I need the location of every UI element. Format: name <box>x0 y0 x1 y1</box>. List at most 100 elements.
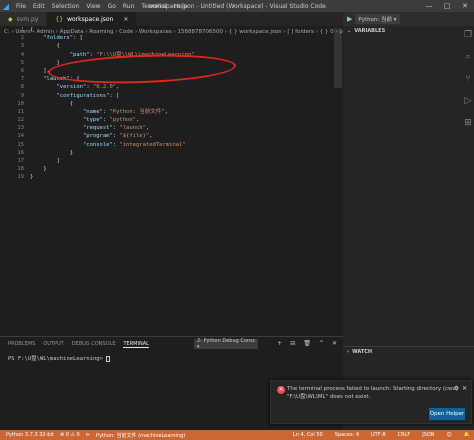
split-terminal-icon[interactable]: ⊟ <box>290 340 295 347</box>
line-number: 18 <box>17 166 24 173</box>
code-text: "request": "launch", <box>82 125 150 132</box>
menu-terminal[interactable]: Terminal <box>141 3 166 10</box>
line-number: 3 <box>20 43 24 50</box>
line-number: 10 <box>17 100 24 107</box>
line-number: 15 <box>17 141 24 148</box>
code-line[interactable]: 8 "version": "0.2.0", <box>0 83 343 91</box>
code-line[interactable]: 19} <box>0 173 343 181</box>
tab-debug-console[interactable]: DEBUG CONSOLE <box>72 341 116 347</box>
feedback-icon[interactable]: ☺ <box>447 432 452 438</box>
line-number: 16 <box>17 149 24 156</box>
status-right: Ln 4, Col 50 Spaces: 4 UTF-8 CRLF JSON ☺… <box>287 432 474 438</box>
menu-go[interactable]: Go <box>108 3 116 10</box>
line-number: 9 <box>20 92 24 99</box>
code-text: "version": "0.2.0", <box>56 84 120 91</box>
code-text: "configurations": [ <box>56 92 120 99</box>
kill-terminal-icon[interactable]: 🗑 <box>303 340 311 347</box>
close-window-button[interactable]: ✕ <box>456 0 474 12</box>
debug-icon[interactable]: ⊳ <box>86 432 90 438</box>
code-line[interactable]: 10 { <box>0 100 343 108</box>
bell-icon[interactable]: 🔔 <box>464 432 470 438</box>
minimize-button[interactable]: — <box>420 0 438 12</box>
launch-config-select[interactable]: Python: 当前 ▾ <box>355 14 400 24</box>
code-line[interactable]: 11 "name": "Python: 当前文件", <box>0 108 343 116</box>
extensions-icon[interactable]: ⊞ <box>464 118 472 128</box>
cursor-position[interactable]: Ln 4, Col 50 <box>293 432 323 438</box>
python-interpreter[interactable]: Python 3.7.3 32-bit <box>6 432 54 438</box>
close-tab-icon[interactable]: ✕ <box>123 16 128 23</box>
start-debugging-icon[interactable]: ▶ <box>347 15 352 23</box>
python-file-icon: ◆ <box>8 15 13 23</box>
code-line[interactable]: 16 } <box>0 149 343 157</box>
code-text: } <box>30 174 34 181</box>
editor-scrollbar[interactable] <box>334 28 342 88</box>
tab-problems[interactable]: PROBLEMS <box>8 341 35 347</box>
watch-section-header[interactable]: › WATCH <box>343 346 474 356</box>
menu-file[interactable]: File <box>16 3 26 10</box>
encoding[interactable]: UTF-8 <box>371 432 386 438</box>
menu-view[interactable]: View <box>86 3 100 10</box>
close-panel-icon[interactable]: ✕ <box>332 340 337 347</box>
open-helper-button[interactable]: Open Helper <box>429 408 465 420</box>
chevron-right-icon: › <box>347 348 350 355</box>
run-header: ▶ Python: 当前 ▾ <box>343 12 474 26</box>
menu-edit[interactable]: Edit <box>33 3 45 10</box>
line-number: 2 <box>20 35 24 42</box>
close-icon[interactable]: ✕ <box>462 385 467 392</box>
tab-workspace-json[interactable]: {} workspace.json ✕ <box>47 12 138 26</box>
code-line[interactable]: 13 "request": "launch", <box>0 124 343 132</box>
terminal-prompt: PS F:\U盘\WL\machineLearning> <box>8 356 107 362</box>
variables-section-header[interactable]: ⌄ VARIABLES <box>343 26 474 36</box>
source-control-icon[interactable]: ⑂ <box>465 74 470 84</box>
terminal-output[interactable]: PS F:\U盘\WL\machineLearning> <box>8 354 111 362</box>
maximize-button[interactable]: □ <box>438 0 456 12</box>
language-mode[interactable]: JSON <box>422 432 434 438</box>
window-controls: — □ ✕ <box>420 0 474 12</box>
search-icon[interactable]: ⌕ <box>465 52 470 62</box>
new-terminal-icon[interactable]: + <box>277 340 282 347</box>
files-icon[interactable]: ❐ <box>464 30 472 40</box>
line-number: 12 <box>17 117 24 124</box>
code-line[interactable]: 15 "console": "integratedTerminal" <box>0 141 343 149</box>
line-number: 5 <box>20 59 24 66</box>
code-text: { <box>30 27 34 33</box>
problems-count[interactable]: ⊗ 0 ⚠ 0 <box>60 432 80 438</box>
code-text: { <box>30 43 60 50</box>
code-line[interactable]: 17 ] <box>0 157 343 165</box>
debug-config-status[interactable]: Python: 当前文件 (machineLearning) <box>96 432 185 439</box>
line-ending[interactable]: CRLF <box>398 432 411 438</box>
line-number: 14 <box>17 133 24 140</box>
code-line[interactable]: 18 } <box>0 165 343 173</box>
code-text: "console": "integratedTerminal" <box>82 141 186 148</box>
menu-run[interactable]: Run <box>123 3 135 10</box>
line-number: 11 <box>17 108 24 115</box>
maximize-panel-icon[interactable]: ^ <box>319 340 324 347</box>
menu-help[interactable]: Help <box>174 3 188 10</box>
line-number: 7 <box>20 76 24 83</box>
indentation[interactable]: Spaces: 4 <box>335 432 359 438</box>
code-line[interactable]: 1{ <box>0 26 343 34</box>
menu-bar: File Edit Selection View Go Run Terminal… <box>16 3 187 10</box>
code-line[interactable]: 9 "configurations": [ <box>0 92 343 100</box>
activity-icons: ❐ ⌕ ⑂ ▷ ⊞ <box>462 26 474 128</box>
run-debug-icon[interactable]: ▷ <box>465 96 472 106</box>
tab-output[interactable]: OUTPUT <box>43 341 63 347</box>
status-bar: Python 3.7.3 32-bit ⊗ 0 ⚠ 0 ⊳ Python: 当前… <box>0 430 474 440</box>
menu-selection[interactable]: Selection <box>52 3 80 10</box>
code-line[interactable]: 12 "type": "python", <box>0 116 343 124</box>
tab-svm-py[interactable]: ◆ svm.py <box>0 12 48 26</box>
line-number: 19 <box>17 174 24 181</box>
tab-terminal[interactable]: TERMINAL <box>123 341 149 348</box>
line-number: 1 <box>20 27 24 33</box>
terminal-select[interactable]: 2: Python Debug Consc ▾ <box>194 338 258 350</box>
code-line[interactable]: 2 "folders": [ <box>0 34 343 42</box>
code-text: "type": "python", <box>82 117 140 124</box>
terminal-cursor <box>106 355 111 362</box>
notification-message: The terminal process failed to launch: S… <box>287 386 459 400</box>
code-line[interactable]: 3 { <box>0 42 343 50</box>
code-text: "name": "Python: 当前文件", <box>82 108 168 115</box>
title-bar: ◢ File Edit Selection View Go Run Termin… <box>0 0 474 12</box>
gear-icon[interactable]: ⚙ <box>454 385 459 392</box>
code-line[interactable]: 14 "program": "${file}", <box>0 132 343 140</box>
watch-label: WATCH <box>352 348 373 355</box>
